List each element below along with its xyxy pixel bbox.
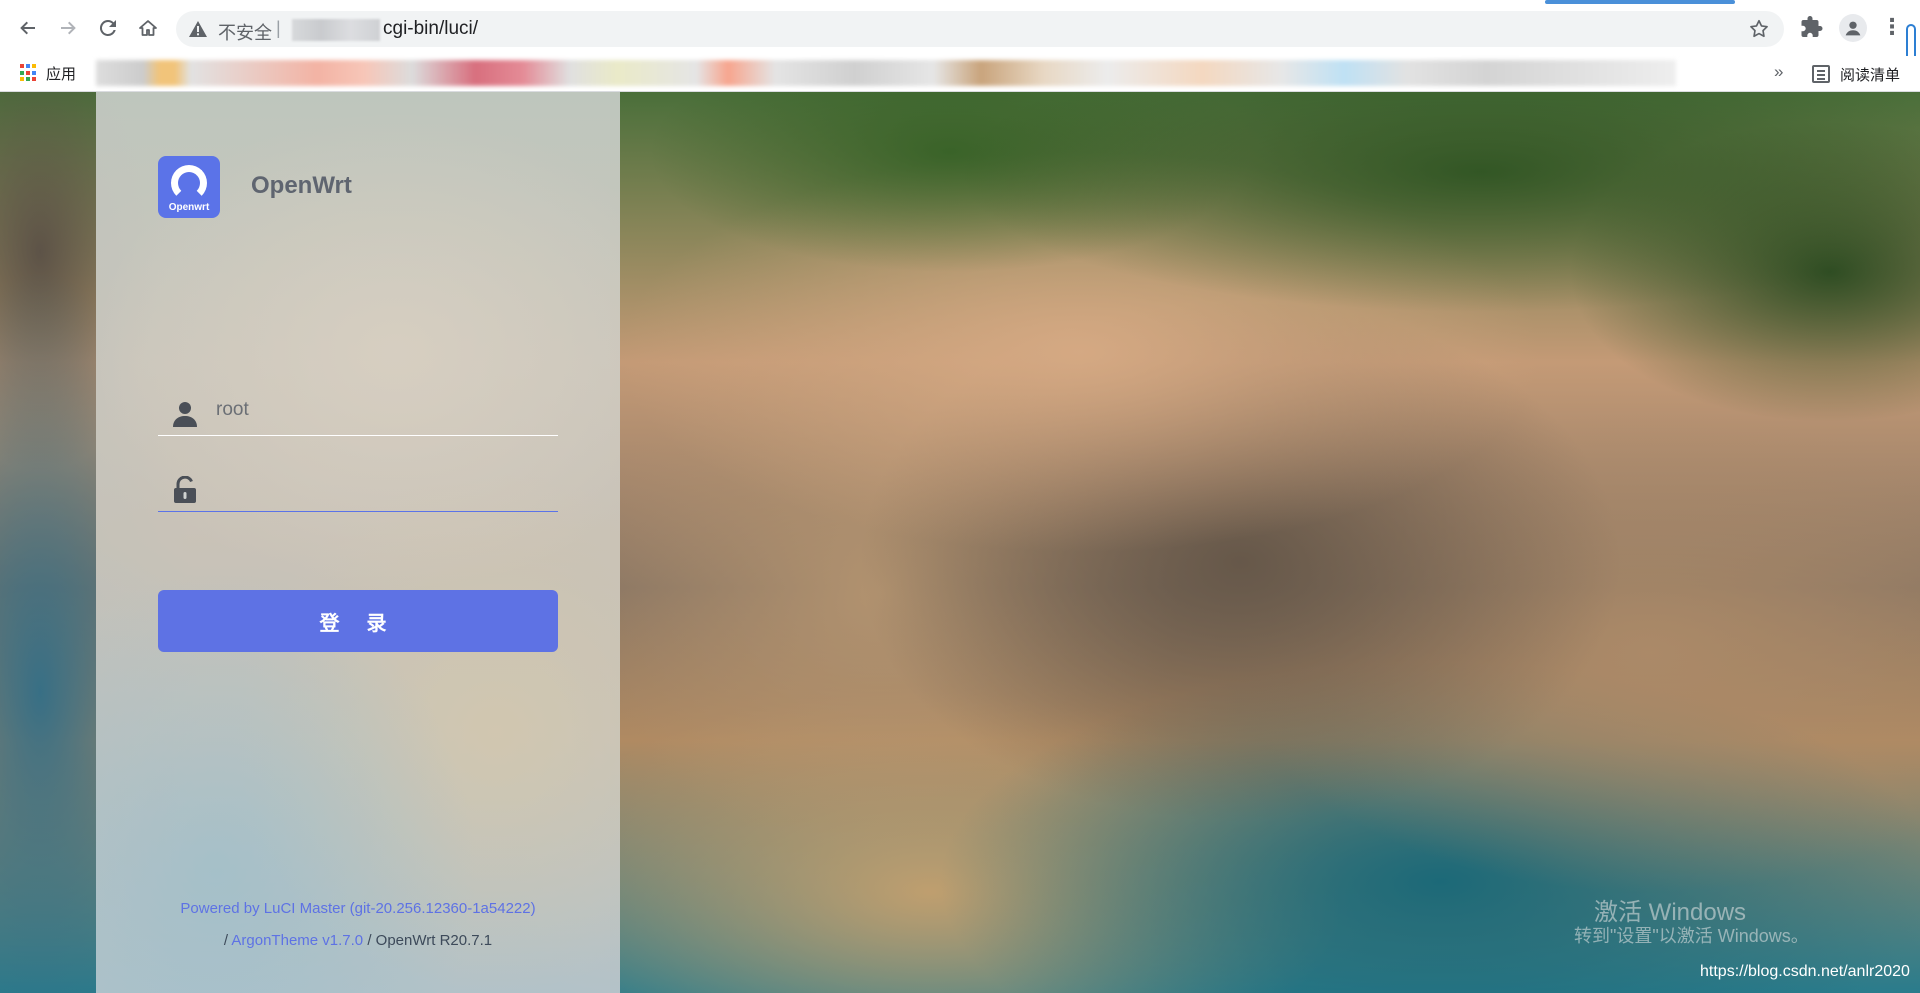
forward-arrow-icon[interactable] — [54, 14, 82, 42]
reload-icon[interactable] — [94, 14, 122, 42]
browser-toolbar: 不安全 | cgi-bin/luci/ ⋮ — [0, 0, 1920, 72]
bookmarks-overflow-button[interactable]: » — [1774, 62, 1783, 82]
login-button[interactable]: 登 录 — [158, 590, 558, 652]
username-field[interactable] — [158, 392, 558, 436]
apps-grid-icon[interactable] — [20, 64, 38, 82]
csdn-watermark: https://blog.csdn.net/anlr2020 — [1700, 963, 1910, 980]
windows-activate-hint: 转到"设置"以激活 Windows。 — [1574, 926, 1809, 946]
tab-strip-scroll-indicator — [1545, 0, 1735, 4]
redacted-host — [292, 19, 380, 41]
reading-list-label[interactable]: 阅读清单 — [1840, 64, 1900, 85]
url-text[interactable]: cgi-bin/luci/ — [383, 18, 478, 40]
footer-version: / ArgonTheme v1.7.0 / OpenWrt R20.7.1 — [96, 932, 620, 949]
apps-label[interactable]: 应用 — [46, 63, 76, 84]
username-input[interactable] — [216, 399, 546, 421]
brand-name: OpenWrt — [251, 172, 352, 199]
luci-link[interactable]: Powered by LuCI Master (git-20.256.12360… — [180, 900, 535, 917]
user-icon — [173, 402, 197, 427]
bookmark-star-icon[interactable] — [1748, 18, 1770, 40]
home-icon[interactable] — [134, 14, 162, 42]
password-input[interactable] — [216, 475, 546, 497]
password-field[interactable] — [158, 468, 558, 512]
unlock-icon — [174, 476, 196, 503]
extensions-puzzle-icon[interactable] — [1800, 15, 1824, 39]
openwrt-logo: Openwrt — [158, 156, 220, 218]
footer-powered-by: Powered by LuCI Master (git-20.256.12360… — [96, 900, 620, 917]
redacted-bookmarks — [96, 60, 1676, 86]
bookmarks-bar: 应用 » 阅读清单 — [0, 56, 1920, 92]
logo-text: Openwrt — [168, 202, 210, 213]
not-secure-label[interactable]: 不安全 — [218, 19, 272, 45]
address-bar[interactable]: 不安全 | cgi-bin/luci/ — [176, 11, 1784, 47]
page-content: Openwrt OpenWrt 登 录 Powered by LuCI Mast… — [0, 92, 1920, 993]
url-separator: | — [276, 18, 281, 38]
openwrt-version: / OpenWrt R20.7.1 — [363, 932, 493, 949]
argon-theme-link[interactable]: ArgonTheme v1.7.0 — [231, 932, 363, 949]
reading-list-icon[interactable] — [1812, 65, 1830, 83]
profile-avatar-icon[interactable] — [1839, 14, 1867, 42]
logo-ring-icon — [171, 165, 207, 201]
more-menu-icon[interactable]: ⋮ — [1880, 16, 1904, 40]
back-arrow-icon[interactable] — [14, 14, 42, 42]
warning-icon[interactable] — [188, 19, 208, 39]
login-panel: Openwrt OpenWrt 登 录 Powered by LuCI Mast… — [96, 92, 620, 993]
